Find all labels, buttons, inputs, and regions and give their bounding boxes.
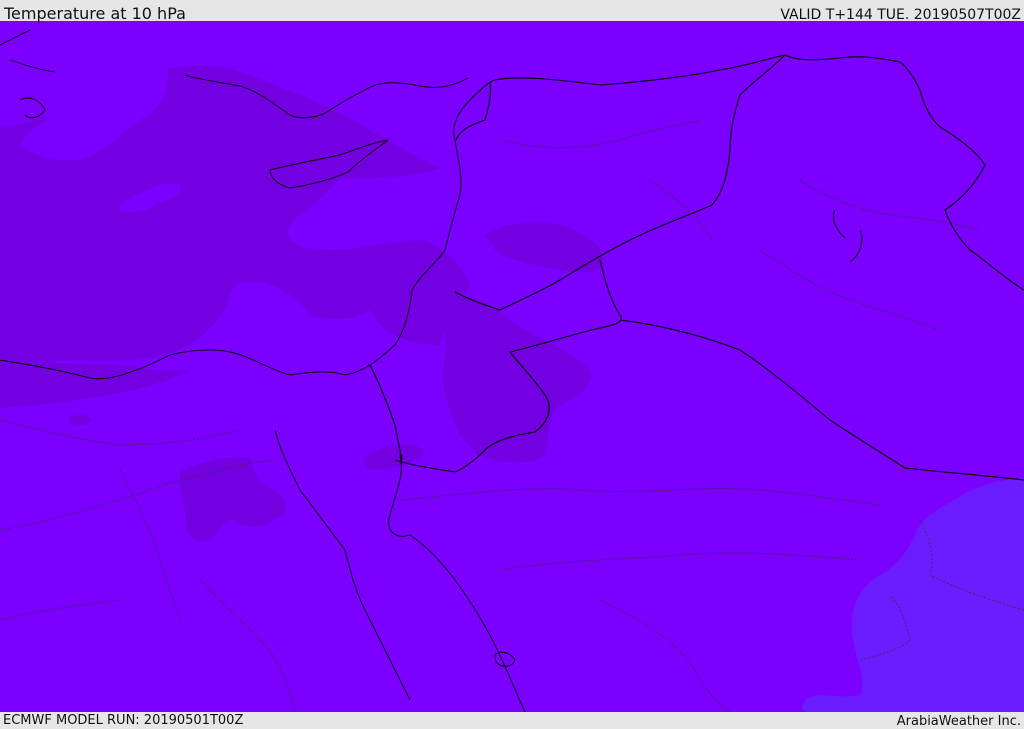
model-run-label: ECMWF MODEL RUN: 20190501T00Z	[3, 713, 244, 728]
credit-label: ArabiaWeather Inc.	[896, 714, 1021, 729]
map-canvas	[0, 21, 1024, 712]
map-title: Temperature at 10 hPa	[4, 4, 186, 23]
weather-map-frame: Temperature at 10 hPa VALID T+144 TUE. 2…	[0, 0, 1024, 729]
valid-time-label: VALID T+144 TUE. 20190507T00Z	[780, 7, 1021, 23]
